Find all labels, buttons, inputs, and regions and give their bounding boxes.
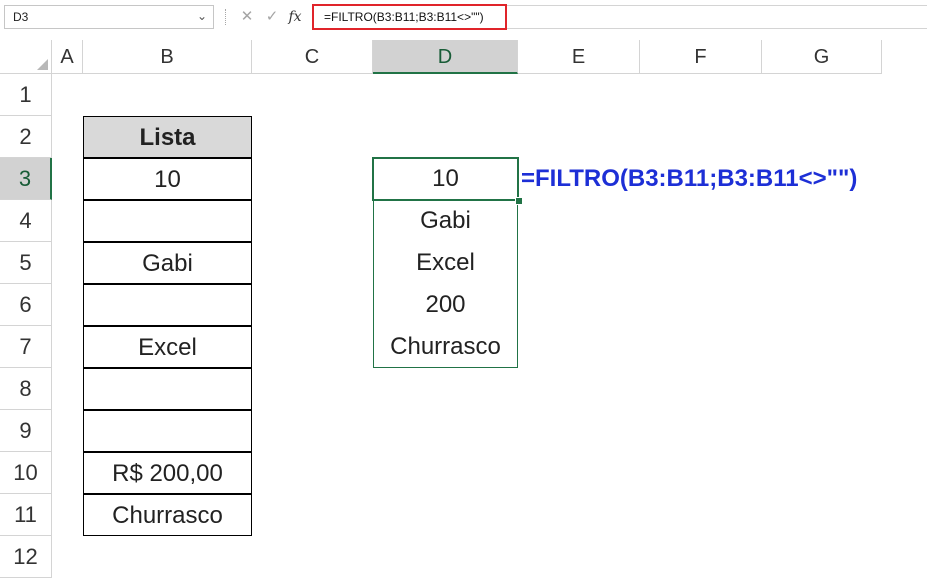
list-cell-b5[interactable]: Gabi bbox=[83, 242, 252, 284]
formula-input[interactable]: =FILTRO(B3:B11;B3:B11<>"") bbox=[312, 4, 507, 30]
row-header-6[interactable]: 6 bbox=[0, 284, 52, 326]
row-header-1[interactable]: 1 bbox=[0, 74, 52, 116]
name-box-value: D3 bbox=[13, 10, 29, 24]
formula-text: =FILTRO(B3:B11;B3:B11<>"") bbox=[324, 10, 484, 24]
row-header-8[interactable]: 8 bbox=[0, 368, 52, 410]
column-header-c[interactable]: C bbox=[252, 40, 373, 74]
list-cell-b6[interactable] bbox=[83, 284, 252, 326]
formula-bar-divider bbox=[225, 9, 226, 25]
row-header-5[interactable]: 5 bbox=[0, 242, 52, 284]
row-header-3[interactable]: 3 bbox=[0, 158, 52, 200]
list-cell-b3[interactable]: 10 bbox=[83, 158, 252, 200]
row-header-11[interactable]: 11 bbox=[0, 494, 52, 536]
column-header-f[interactable]: F bbox=[640, 40, 762, 74]
row-header-2[interactable]: 2 bbox=[0, 116, 52, 158]
list-cell-b11[interactable]: Churrasco bbox=[83, 494, 252, 536]
close-icon[interactable]: ✕ bbox=[237, 6, 257, 28]
column-header-b[interactable]: B bbox=[83, 40, 252, 74]
insert-function-button[interactable]: fx bbox=[285, 6, 305, 28]
formula-input-extension[interactable] bbox=[507, 5, 927, 29]
formula-bar: D3 ⌄ ✕ ✓ fx =FILTRO(B3:B11;B3:B11<>"") bbox=[0, 0, 929, 34]
list-cell-b10[interactable]: R$ 200,00 bbox=[83, 452, 252, 494]
active-cell-border[interactable] bbox=[372, 157, 519, 201]
list-cell-b9[interactable] bbox=[83, 410, 252, 452]
select-all-button[interactable] bbox=[0, 40, 52, 74]
result-cell-d6[interactable]: 200 bbox=[373, 284, 518, 326]
row-header-4[interactable]: 4 bbox=[0, 200, 52, 242]
select-all-icon bbox=[37, 59, 48, 70]
chevron-down-icon[interactable]: ⌄ bbox=[197, 9, 207, 23]
name-box[interactable]: D3 ⌄ bbox=[4, 5, 214, 29]
list-cell-b7[interactable]: Excel bbox=[83, 326, 252, 368]
formula-annotation: =FILTRO(B3:B11;B3:B11<>"") bbox=[521, 165, 858, 192]
column-header-g[interactable]: G bbox=[762, 40, 882, 74]
row-header-7[interactable]: 7 bbox=[0, 326, 52, 368]
column-header-d[interactable]: D bbox=[373, 40, 518, 74]
list-header-cell[interactable]: Lista bbox=[83, 116, 252, 158]
result-cell-d5[interactable]: Excel bbox=[373, 242, 518, 284]
column-header-a[interactable]: A bbox=[52, 40, 83, 74]
list-cell-b4[interactable] bbox=[83, 200, 252, 242]
row-header-10[interactable]: 10 bbox=[0, 452, 52, 494]
column-header-e[interactable]: E bbox=[518, 40, 640, 74]
result-cell-d4[interactable]: Gabi bbox=[373, 200, 518, 242]
check-icon[interactable]: ✓ bbox=[262, 6, 282, 28]
result-cell-d7[interactable]: Churrasco bbox=[373, 326, 518, 368]
list-cell-b8[interactable] bbox=[83, 368, 252, 410]
row-header-9[interactable]: 9 bbox=[0, 410, 52, 452]
row-header-12[interactable]: 12 bbox=[0, 536, 52, 578]
